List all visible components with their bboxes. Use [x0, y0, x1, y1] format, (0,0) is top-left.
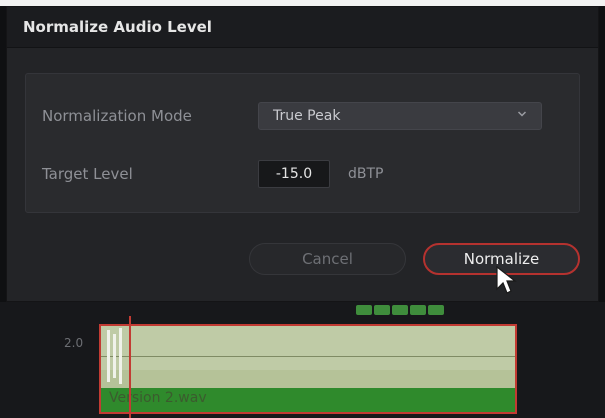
dialog-title: Normalize Audio Level: [23, 18, 212, 36]
target-level-input[interactable]: -15.0: [258, 160, 330, 188]
clip-center-line: [101, 356, 515, 357]
settings-panel: Normalization Mode True Peak Target Leve…: [25, 73, 580, 213]
normalization-mode-select[interactable]: True Peak: [258, 102, 542, 130]
mouse-pointer-icon: [496, 265, 517, 294]
level-meter-segment: [392, 305, 408, 315]
timeline-area: 2.0 Version 2.wav: [0, 302, 605, 418]
waveform-peak: [113, 334, 116, 378]
track-number: 2.0: [64, 336, 84, 350]
dialog-titlebar: Normalize Audio Level: [7, 7, 598, 48]
playhead[interactable]: [129, 316, 131, 418]
waveform-peak: [119, 328, 122, 384]
normalize-audio-dialog: Normalize Audio Level Normalization Mode…: [6, 6, 599, 302]
normalization-mode-label: Normalization Mode: [42, 107, 192, 125]
clip-name: Version 2.wav: [109, 390, 207, 406]
level-meter-segment: [356, 305, 372, 315]
clip-waveform-lower: [101, 370, 515, 388]
level-meter-segment: [374, 305, 390, 315]
target-level-unit: dBTP: [348, 166, 384, 182]
audio-clip[interactable]: Version 2.wav: [99, 324, 517, 414]
cancel-button[interactable]: Cancel: [249, 243, 406, 275]
target-level-label: Target Level: [42, 165, 133, 183]
waveform-peak: [107, 330, 110, 382]
level-meter-segment: [410, 305, 426, 315]
normalization-mode-value: True Peak: [273, 108, 341, 124]
clip-waveform-upper: [101, 326, 515, 370]
chevron-down-icon: [517, 111, 527, 117]
level-meter-segment: [428, 305, 444, 315]
